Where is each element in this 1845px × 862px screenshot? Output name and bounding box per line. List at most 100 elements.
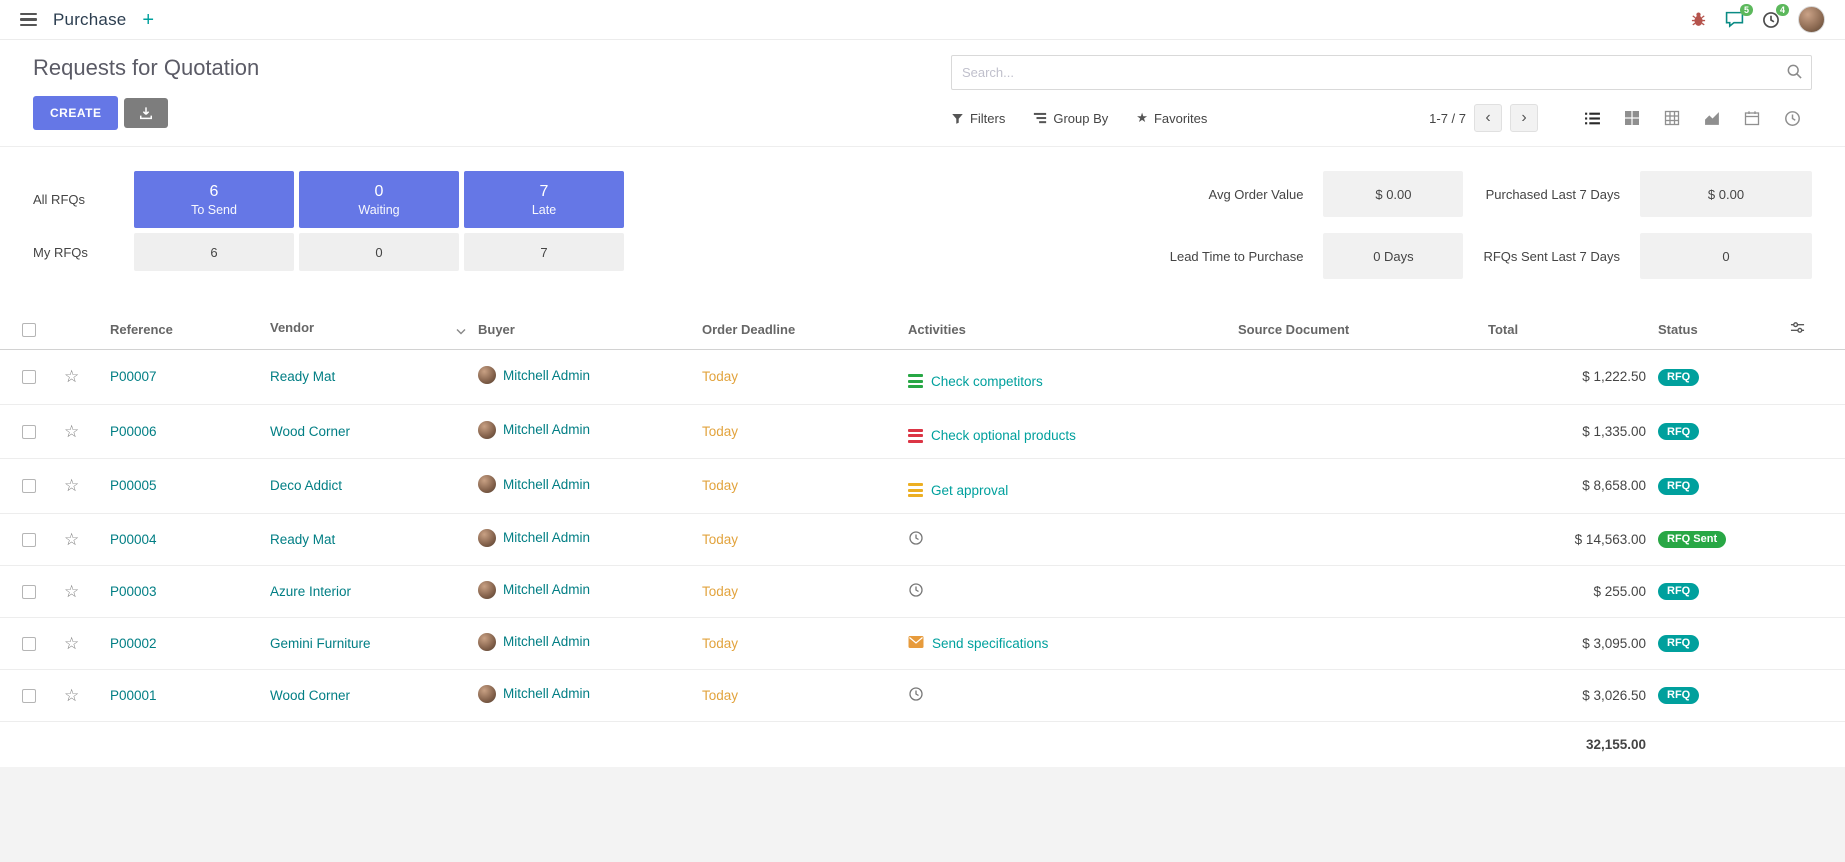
favorite-star-icon[interactable]: ☆ [64, 582, 79, 601]
row-checkbox[interactable] [22, 425, 36, 439]
activity-list-icon[interactable] [908, 374, 923, 388]
table-row[interactable]: ☆ P00003 Azure Interior Mitchell Admin T… [0, 565, 1845, 617]
activity-link[interactable]: Check optional products [931, 428, 1076, 443]
row-checkbox[interactable] [22, 370, 36, 384]
activity-list-icon[interactable] [908, 429, 923, 443]
vendor-link[interactable]: Wood Corner [270, 424, 350, 439]
vendor-link[interactable]: Deco Addict [270, 478, 342, 493]
table-row[interactable]: ☆ P00004 Ready Mat Mitchell Admin Today … [0, 513, 1845, 565]
schedule-activity-clock-icon[interactable] [908, 582, 924, 598]
activity-link[interactable]: Get approval [931, 483, 1008, 498]
table-row[interactable]: ☆ P00005 Deco Addict Mitchell Admin Toda… [0, 459, 1845, 514]
row-checkbox[interactable] [22, 533, 36, 547]
buyer-link[interactable]: Mitchell Admin [503, 686, 590, 701]
reference-link[interactable]: P00001 [110, 688, 157, 703]
lead-time-label: Lead Time to Purchase [1170, 249, 1304, 264]
reference-link[interactable]: P00004 [110, 532, 157, 547]
header-order-deadline[interactable]: Order Deadline [696, 309, 902, 350]
favorite-star-icon[interactable]: ☆ [64, 476, 79, 495]
reference-link[interactable]: P00007 [110, 369, 157, 384]
avg-order-value: $ 0.00 [1323, 171, 1463, 217]
header-total[interactable]: Total [1482, 309, 1652, 350]
schedule-activity-clock-icon[interactable] [908, 530, 924, 546]
user-avatar[interactable] [1798, 6, 1825, 33]
debug-bug-icon[interactable] [1690, 11, 1707, 28]
row-checkbox[interactable] [22, 585, 36, 599]
row-checkbox[interactable] [22, 479, 36, 493]
activity-list-icon[interactable] [908, 483, 923, 497]
pager-next-button[interactable]: › [1510, 104, 1538, 132]
header-source-document[interactable]: Source Document [1232, 309, 1482, 350]
app-name[interactable]: Purchase [53, 10, 126, 30]
header-optional-columns[interactable] [1784, 309, 1845, 350]
favorite-star-icon[interactable]: ☆ [64, 367, 79, 386]
row-checkbox[interactable] [22, 689, 36, 703]
plus-icon[interactable]: + [142, 10, 154, 30]
list-view-icon[interactable] [1572, 103, 1612, 133]
vendor-link[interactable]: Wood Corner [270, 688, 350, 703]
buyer-avatar [478, 581, 496, 599]
favorite-star-icon[interactable]: ☆ [64, 530, 79, 549]
activity-link[interactable]: Check competitors [931, 374, 1043, 389]
my-to-send[interactable]: 6 [134, 233, 294, 271]
kpi-waiting[interactable]: 0 Waiting [299, 171, 459, 228]
create-button[interactable]: CREATE [33, 96, 118, 130]
pager-previous-button[interactable]: ‹ [1474, 104, 1502, 132]
envelope-icon[interactable] [908, 635, 924, 652]
group-by-icon [1033, 111, 1047, 125]
graph-view-icon[interactable] [1692, 103, 1732, 133]
vendor-link[interactable]: Azure Interior [270, 584, 351, 599]
kpi-late[interactable]: 7 Late [464, 171, 624, 228]
kpi-to-send[interactable]: 6 To Send [134, 171, 294, 228]
filters-button[interactable]: Filters [951, 110, 1005, 126]
header-buyer[interactable]: Buyer [472, 309, 696, 350]
buyer-avatar [478, 366, 496, 384]
favorite-star-icon[interactable]: ☆ [64, 686, 79, 705]
my-late[interactable]: 7 [464, 233, 624, 271]
buyer-link[interactable]: Mitchell Admin [503, 582, 590, 597]
reference-link[interactable]: P00005 [110, 478, 157, 493]
vendor-link[interactable]: Ready Mat [270, 532, 335, 547]
search-input[interactable] [951, 55, 1812, 90]
header-vendor[interactable]: Vendor [264, 309, 472, 350]
status-badge: RFQ Sent [1658, 531, 1726, 548]
favorite-star-icon[interactable]: ☆ [64, 422, 79, 441]
kanban-view-icon[interactable] [1612, 103, 1652, 133]
vendor-link[interactable]: Gemini Furniture [270, 636, 371, 651]
activities-clock-icon[interactable]: 4 [1762, 11, 1780, 29]
pivot-view-icon[interactable] [1652, 103, 1692, 133]
row-checkbox[interactable] [22, 637, 36, 651]
table-row[interactable]: ☆ P00006 Wood Corner Mitchell Admin Toda… [0, 404, 1845, 459]
reference-link[interactable]: P00006 [110, 424, 157, 439]
activity-view-icon[interactable] [1772, 103, 1812, 133]
buyer-link[interactable]: Mitchell Admin [503, 422, 590, 437]
table-header-row: Reference Vendor Buyer Order Deadline Ac… [0, 309, 1845, 350]
favorite-star-icon[interactable]: ☆ [64, 634, 79, 653]
table-row[interactable]: ☆ P00002 Gemini Furniture Mitchell Admin… [0, 617, 1845, 669]
group-by-button[interactable]: Group By [1033, 110, 1108, 126]
reference-link[interactable]: P00002 [110, 636, 157, 651]
favorites-star-icon: ★ [1136, 110, 1148, 126]
messages-icon[interactable]: 5 [1725, 11, 1744, 28]
search-icon[interactable] [1786, 63, 1803, 85]
export-button[interactable] [124, 98, 168, 128]
header-status[interactable]: Status [1652, 309, 1784, 350]
vendor-link[interactable]: Ready Mat [270, 369, 335, 384]
header-activities[interactable]: Activities [902, 309, 1232, 350]
reference-link[interactable]: P00003 [110, 584, 157, 599]
schedule-activity-clock-icon[interactable] [908, 686, 924, 702]
control-panel-right: Filters Group By ★ Favorites 1-7 / 7 ‹ › [951, 55, 1812, 133]
my-waiting[interactable]: 0 [299, 233, 459, 271]
buyer-link[interactable]: Mitchell Admin [503, 530, 590, 545]
select-all-checkbox[interactable] [22, 323, 36, 337]
buyer-link[interactable]: Mitchell Admin [503, 477, 590, 492]
activity-link[interactable]: Send specifications [932, 636, 1048, 651]
favorites-button[interactable]: ★ Favorites [1136, 110, 1207, 126]
calendar-view-icon[interactable] [1732, 103, 1772, 133]
buyer-link[interactable]: Mitchell Admin [503, 634, 590, 649]
table-row[interactable]: ☆ P00001 Wood Corner Mitchell Admin Toda… [0, 669, 1845, 721]
buyer-link[interactable]: Mitchell Admin [503, 368, 590, 383]
apps-menu-icon[interactable] [16, 9, 41, 30]
table-row[interactable]: ☆ P00007 Ready Mat Mitchell Admin Today … [0, 350, 1845, 405]
header-reference[interactable]: Reference [104, 309, 264, 350]
